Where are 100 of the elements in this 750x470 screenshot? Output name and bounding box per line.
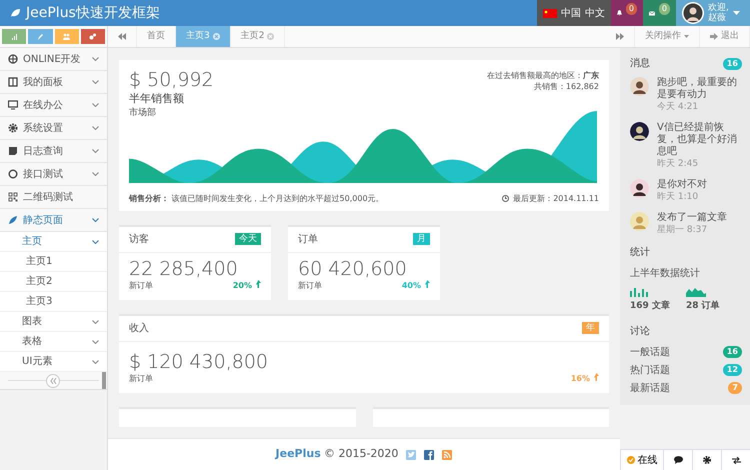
avatar-icon	[630, 212, 649, 231]
menu-item[interactable]: 表格	[0, 332, 107, 352]
shortcut-button[interactable]	[80, 29, 105, 44]
tab[interactable]: 主页2	[230, 26, 286, 47]
message-text[interactable]: V信已经提前恢复，也算是个好消息吧	[657, 122, 742, 158]
sales-amount: $ 50,992	[129, 70, 214, 91]
language-selector[interactable]: 中国 中文	[537, 0, 611, 26]
caret-icon	[684, 35, 689, 38]
menu-item[interactable]: UI元素	[0, 352, 107, 372]
message-text[interactable]: 跑步吧，最重要的是要有动力	[657, 77, 742, 101]
card-title: 订单	[298, 232, 318, 247]
stat-label: 新订单	[298, 280, 322, 292]
close-operations-dropdown[interactable]: 关闭操作	[635, 26, 700, 47]
arrow-up-icon	[425, 280, 430, 288]
message-text[interactable]: 发布了一篇文章	[657, 212, 727, 224]
facebook-icon[interactable]	[424, 450, 434, 460]
change-text: 16%	[570, 372, 599, 385]
avatar-icon	[630, 179, 649, 198]
topic-link[interactable]: 热门话题	[630, 362, 670, 378]
avatar-icon	[682, 2, 704, 24]
clock-icon	[502, 195, 510, 202]
stat-value: 60 420,600	[298, 258, 408, 280]
language-label: 中文	[585, 6, 605, 20]
settings-icon	[703, 456, 711, 464]
section-title: 讨论	[630, 324, 650, 338]
swap-arrows-icon	[732, 456, 740, 464]
leaf-icon	[10, 8, 21, 18]
note-icon	[8, 146, 18, 156]
topic-link[interactable]: 一般话题	[630, 344, 670, 360]
sales-analysis-text: 销售分析： 该值已随时间发生变化，上个月达到的水平超过50,000元。	[129, 192, 384, 205]
message-time: 星期一 8:37	[657, 224, 708, 236]
chat-icon	[674, 456, 682, 464]
double-arrow-right-icon	[616, 33, 624, 40]
stat-value: $ 120 430,800	[129, 352, 270, 373]
qr-code-icon	[8, 192, 18, 202]
stat-count: 169 文章	[630, 300, 671, 313]
stat-label: 新订单	[129, 280, 153, 292]
section-title: 统计	[630, 246, 650, 260]
double-arrow-left-icon	[118, 33, 126, 40]
chart-icon	[10, 33, 18, 40]
user-name: 赵薇	[708, 13, 727, 23]
shortcut-button[interactable]	[54, 29, 79, 44]
period-tag: 月	[413, 233, 430, 246]
menu-item[interactable]: 主页1	[0, 252, 107, 272]
arrow-up-icon	[256, 280, 261, 288]
last-updated-text: 最后更新：2014.11.11	[513, 192, 599, 205]
bar-chart-icon	[630, 287, 648, 298]
columns-icon	[8, 77, 18, 87]
shortcut-button[interactable]	[2, 29, 26, 44]
monitor-icon	[8, 100, 18, 110]
scrollbar-thumb[interactable]	[102, 372, 106, 389]
menu-item[interactable]: 图表	[0, 312, 107, 332]
app-title: JeePlus快速开发框架	[26, 4, 160, 22]
users-icon	[63, 33, 70, 40]
circle-icon	[8, 169, 18, 179]
avatar-icon	[630, 122, 649, 141]
rss-icon[interactable]	[442, 450, 452, 460]
sales-title: 半年销售额	[129, 90, 185, 107]
message-count: 0	[658, 3, 670, 15]
change-text: 40%	[402, 280, 430, 292]
pencil-icon	[36, 33, 44, 40]
message-time: 昨天 2:45	[657, 158, 700, 170]
collapse-button[interactable]	[46, 374, 60, 388]
twitter-icon[interactable]	[406, 450, 416, 460]
count-badge: 12	[722, 364, 742, 376]
envelope-icon	[649, 10, 655, 16]
copyright-text: © 2015-2020	[324, 447, 398, 460]
count-badge: 7	[728, 382, 742, 394]
total-sales-text: 共销售：162,862	[532, 81, 599, 92]
flag-icon	[543, 8, 557, 18]
avatar-icon	[630, 77, 649, 96]
notifications-button[interactable]: 0	[611, 0, 643, 26]
stat-value: 22 285,400	[129, 258, 239, 280]
message-text[interactable]: 是你对不对	[657, 179, 707, 191]
bell-icon	[617, 8, 622, 18]
caret-icon	[732, 11, 740, 15]
message-time: 今天 4:21	[657, 101, 700, 113]
card-title: 收入	[129, 322, 149, 336]
menu-item[interactable]: 主页2	[0, 272, 107, 292]
stats-subtitle: 上半年数据统计	[630, 266, 701, 281]
globe-icon	[8, 54, 18, 64]
menu-item[interactable]: 主页3	[0, 292, 107, 312]
logout-button[interactable]: 退出	[700, 26, 750, 47]
check-circle-icon	[626, 456, 634, 464]
gear-icon	[8, 123, 18, 133]
menu-item[interactable]: 主页	[0, 232, 107, 252]
message-time: 昨天 1:10	[657, 191, 700, 203]
count-badge: 16	[722, 58, 742, 70]
change-text: 20%	[232, 280, 261, 292]
period-tag: 今天	[235, 233, 261, 246]
stat-count: 28 订单	[686, 300, 721, 313]
stat-label: 新订单	[129, 372, 153, 385]
area-chart-icon	[686, 287, 706, 298]
sign-out-icon	[710, 33, 718, 40]
topic-link[interactable]: 最新话题	[630, 380, 670, 396]
arrow-up-icon	[594, 372, 599, 381]
close-icon[interactable]	[212, 33, 220, 40]
period-tag: 年	[582, 322, 599, 334]
department-label: 市场部	[129, 107, 157, 120]
notification-count: 0	[626, 3, 637, 15]
